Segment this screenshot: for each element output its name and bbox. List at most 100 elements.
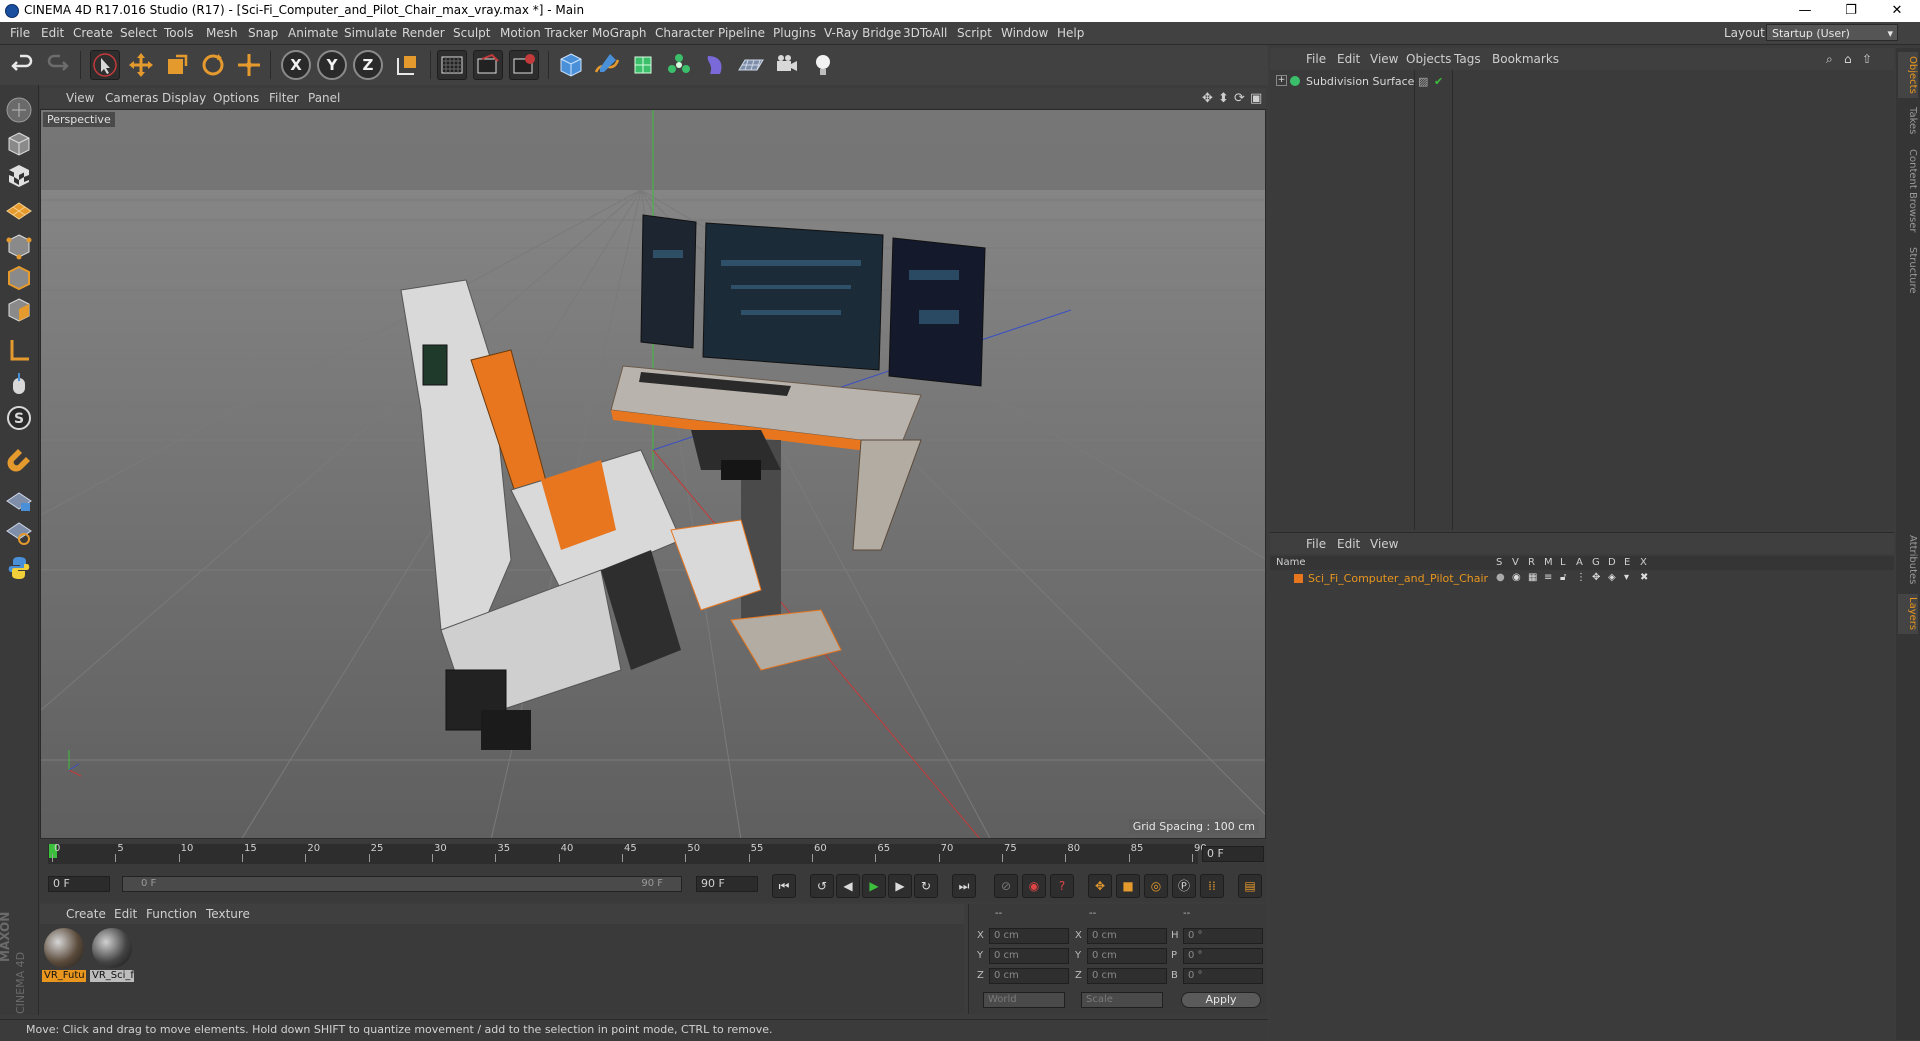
camera-icon[interactable] <box>772 50 802 80</box>
layer-color-swatch[interactable] <box>1294 574 1303 583</box>
key-pla-icon[interactable]: ⁞⁞ <box>1200 874 1224 898</box>
size-z-field[interactable]: 0 cm <box>1087 968 1167 984</box>
position-y-field[interactable]: 0 cm <box>989 948 1069 964</box>
coordinate-space-select[interactable]: World <box>983 992 1065 1008</box>
tab-takes[interactable]: Takes <box>1898 104 1918 138</box>
menu-mesh[interactable]: Mesh <box>206 26 238 40</box>
column-render[interactable]: R <box>1528 557 1535 568</box>
object-menu-tags[interactable]: Tags <box>1454 52 1481 66</box>
size-mode-select[interactable]: Scale <box>1081 992 1163 1008</box>
subdivision-icon[interactable] <box>628 50 658 80</box>
column-animation[interactable]: A <box>1576 557 1583 568</box>
polygons-mode-icon[interactable] <box>4 295 34 325</box>
material-menu-function[interactable]: Function <box>146 907 197 921</box>
object-menu-edit[interactable]: Edit <box>1337 52 1360 66</box>
timeline-track[interactable] <box>48 844 1198 864</box>
rotate-icon[interactable] <box>198 50 228 80</box>
previous-frame-icon[interactable]: ◀ <box>836 874 860 898</box>
menu-snap[interactable]: Snap <box>248 26 278 40</box>
menu-animate[interactable]: Animate <box>288 26 338 40</box>
rotation-p-field[interactable]: 0 ° <box>1183 948 1263 964</box>
y-axis-icon[interactable]: Y <box>317 50 347 80</box>
model-mode-icon[interactable] <box>4 129 34 159</box>
rotation-b-field[interactable]: 0 ° <box>1183 968 1263 984</box>
light-icon[interactable] <box>808 50 838 80</box>
up-arrow-icon[interactable]: ⇧ <box>1862 52 1872 66</box>
end-frame-field[interactable]: 90 F <box>696 876 758 892</box>
tab-layers[interactable]: Layers <box>1898 594 1918 634</box>
edit-toggle-icon[interactable]: ▨ <box>1418 75 1428 88</box>
close-button[interactable]: ✕ <box>1874 0 1920 22</box>
menu-file[interactable]: File <box>10 26 30 40</box>
viewport-menu-filter[interactable]: Filter <box>269 91 299 105</box>
material-menu-texture[interactable]: Texture <box>206 907 250 921</box>
column-xref[interactable]: X <box>1640 557 1647 568</box>
apply-button[interactable]: Apply <box>1181 992 1261 1008</box>
scale-icon[interactable] <box>162 50 192 80</box>
column-expressions[interactable]: E <box>1624 557 1630 568</box>
key-position-icon[interactable]: ✥ <box>1088 874 1112 898</box>
record-active-icon[interactable]: ◉ <box>1022 874 1046 898</box>
layer-menu-edit[interactable]: Edit <box>1337 537 1360 551</box>
redo-icon[interactable] <box>42 50 72 80</box>
layer-name[interactable]: Sci_Fi_Computer_and_Pilot_Chair <box>1308 572 1488 585</box>
tab-attributes[interactable]: Attributes <box>1898 532 1918 588</box>
column-deformers[interactable]: D <box>1608 557 1616 568</box>
lock-toggle-icon[interactable]: 🔓︎ <box>1560 572 1566 583</box>
xref-toggle-icon[interactable]: ✖ <box>1640 572 1648 583</box>
size-y-field[interactable]: 0 cm <box>1087 948 1167 964</box>
object-menu-bookmarks[interactable]: Bookmarks <box>1492 52 1559 66</box>
column-solo[interactable]: S <box>1496 557 1502 568</box>
viewport-menu-view[interactable]: View <box>66 91 94 105</box>
animation-toggle-icon[interactable]: ⋮ <box>1576 572 1586 583</box>
restore-button[interactable]: ❐ <box>1828 0 1874 22</box>
size-x-field[interactable]: 0 cm <box>1087 928 1167 944</box>
tab-objects[interactable]: Objects <box>1898 52 1918 98</box>
axis-mode-icon[interactable] <box>4 335 34 365</box>
array-icon[interactable] <box>664 50 694 80</box>
range-slider[interactable]: 0 F 90 F <box>122 876 682 892</box>
menu-motion-tracker[interactable]: Motion Tracker <box>500 26 588 40</box>
menu-help[interactable]: Help <box>1057 26 1084 40</box>
menu-sculpt[interactable]: Sculpt <box>453 26 490 40</box>
previous-key-icon[interactable]: ↺ <box>810 874 834 898</box>
menu-vray-bridge[interactable]: V-Ray Bridge <box>824 26 901 40</box>
object-menu-objects[interactable]: Objects <box>1406 52 1451 66</box>
texture-mode-icon[interactable] <box>4 161 34 191</box>
menu-tools[interactable]: Tools <box>164 26 194 40</box>
viewport-menu-cameras[interactable]: Cameras <box>105 91 158 105</box>
key-scale-icon[interactable]: ■ <box>1116 874 1140 898</box>
render-view-icon[interactable] <box>437 50 467 80</box>
undo-icon[interactable] <box>8 50 38 80</box>
column-manager[interactable]: M <box>1544 557 1553 568</box>
minimize-button[interactable]: — <box>1782 0 1828 22</box>
pan-view-icon[interactable]: ✥ <box>1202 91 1213 106</box>
locked-workplane-icon[interactable] <box>4 485 34 515</box>
workplane-planar-icon[interactable] <box>4 517 34 547</box>
menu-mograph[interactable]: MoGraph <box>592 26 647 40</box>
object-menu-file[interactable]: File <box>1306 52 1326 66</box>
column-generators[interactable]: G <box>1592 557 1600 568</box>
key-parameter-icon[interactable]: Ⓟ <box>1172 874 1196 898</box>
column-locked[interactable]: L <box>1560 557 1566 568</box>
viewport-menu-panel[interactable]: Panel <box>308 91 340 105</box>
points-mode-icon[interactable] <box>4 231 34 261</box>
generator-toggle-icon[interactable]: ✥ <box>1592 572 1600 583</box>
menu-window[interactable]: Window <box>1001 26 1048 40</box>
timeline-window-icon[interactable]: ▤ <box>1238 874 1262 898</box>
enabled-check-icon[interactable]: ✔ <box>1434 75 1443 88</box>
maximize-view-icon[interactable]: ▣ <box>1250 91 1262 106</box>
solo-toggle-icon[interactable]: ● <box>1496 572 1505 583</box>
menu-plugins[interactable]: Plugins <box>773 26 816 40</box>
x-axis-icon[interactable]: X <box>281 50 311 80</box>
column-visible[interactable]: V <box>1512 557 1519 568</box>
material-menu-create[interactable]: Create <box>66 907 106 921</box>
go-to-start-icon[interactable]: ⏮ <box>772 874 796 898</box>
material-swatch[interactable]: VR_Futu <box>42 926 86 982</box>
layer-menu-file[interactable]: File <box>1306 537 1326 551</box>
start-frame-field[interactable]: 0 F <box>48 876 110 892</box>
make-editable-icon[interactable] <box>4 95 34 125</box>
rotate-view-icon[interactable]: ⟳ <box>1234 91 1245 106</box>
coordinate-system-icon[interactable] <box>392 50 422 80</box>
snap-icon[interactable]: S <box>4 403 34 433</box>
